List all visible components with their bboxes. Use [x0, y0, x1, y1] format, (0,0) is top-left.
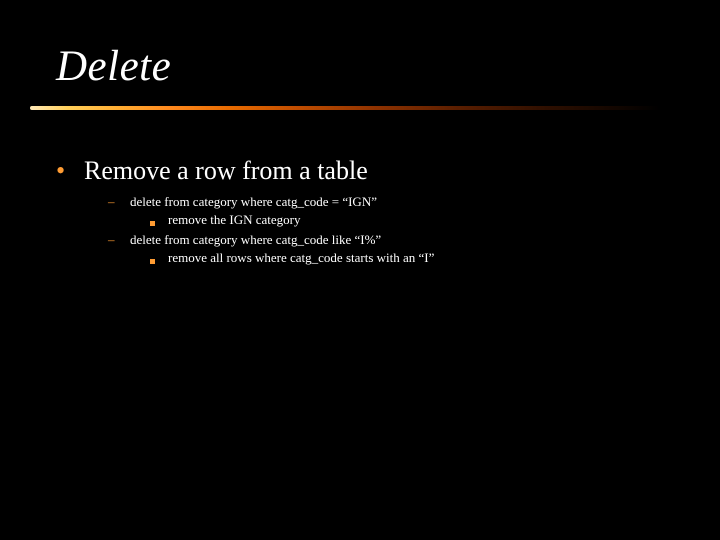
bullet-level1-text: Remove a row from a table [84, 155, 368, 187]
square-icon [150, 249, 168, 267]
dash-icon: – [108, 231, 130, 249]
bullet-level2-text: delete from category where catg_code = “… [130, 193, 377, 211]
bullet-level3-text: remove the IGN category [168, 211, 300, 229]
dash-icon: – [108, 193, 130, 211]
bullet-level1: • Remove a row from a table [56, 155, 680, 187]
bullet-level2: – delete from category where catg_code =… [108, 193, 680, 211]
slide-body: • Remove a row from a table – delete fro… [56, 155, 680, 267]
square-icon [150, 211, 168, 229]
slide: Delete • Remove a row from a table – del… [0, 0, 720, 540]
bullet-dot-icon: • [56, 155, 84, 187]
bullet-level2: – delete from category where catg_code l… [108, 231, 680, 249]
title-underline [30, 106, 660, 110]
bullet-level2-text: delete from category where catg_code lik… [130, 231, 381, 249]
bullet-level3: remove all rows where catg_code starts w… [150, 249, 680, 267]
slide-title: Delete [56, 42, 171, 91]
bullet-level3-text: remove all rows where catg_code starts w… [168, 249, 434, 267]
bullet-level3: remove the IGN category [150, 211, 680, 229]
